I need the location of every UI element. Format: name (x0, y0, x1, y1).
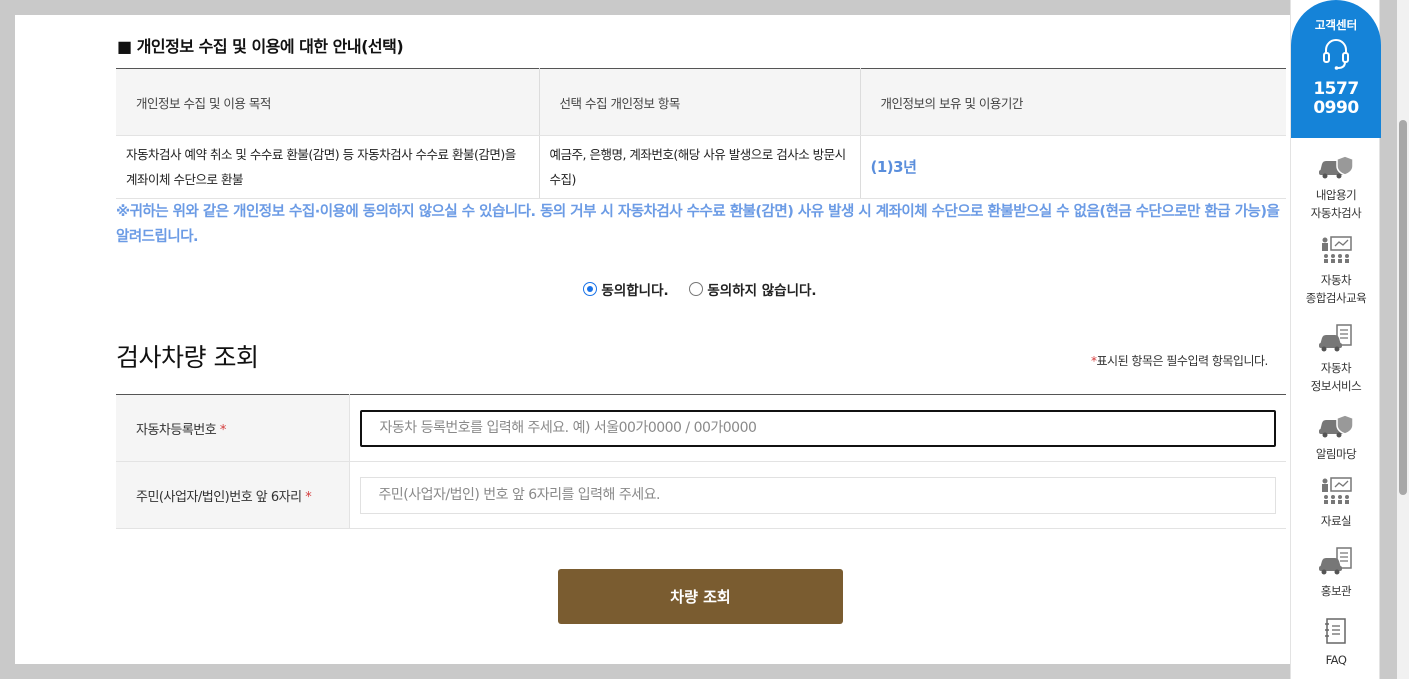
main-content: ■ 개인정보 수집 및 이용에 대한 안내(선택) 개인정보 수집 및 이용 목… (15, 15, 1290, 664)
agree-label: 동의합니다. (601, 283, 669, 299)
cell-items: 예금주, 은행명, 계좌번호(해당 사유 발생으로 검사소 방문시 수집) (539, 135, 861, 199)
car-shield-icon (1319, 414, 1354, 438)
quick-item-line2: 자동차검사 (1310, 206, 1362, 220)
header-items: 선택 수집 개인정보 항목 (539, 68, 861, 136)
privacy-table: 개인정보 수집 및 이용 목적 선택 수집 개인정보 항목 개인정보의 보유 및… (116, 68, 1286, 199)
car-shield-icon (1319, 155, 1354, 179)
presentation-icon (1322, 477, 1352, 504)
quick-item-line2: 정보서비스 (1310, 379, 1362, 393)
car-checklist-icon (1319, 547, 1352, 575)
privacy-table-header-row: 개인정보 수집 및 이용 목적 선택 수집 개인정보 항목 개인정보의 보유 및… (116, 68, 1286, 136)
required-star: * (219, 422, 227, 438)
consent-notice: ※귀하는 위와 같은 개인정보 수집·이용에 동의하지 않으실 수 있습니다. … (116, 204, 1280, 245)
privacy-section-title: ■ 개인정보 수집 및 이용에 대한 안내(선택) (117, 37, 404, 56)
required-note: *표시된 항목은 필수입력 항목입니다. (1091, 352, 1268, 369)
vehicle-lookup-button[interactable]: 차량 조회 (558, 569, 843, 624)
presentation-icon (1322, 236, 1352, 263)
plate-number-input[interactable] (359, 409, 1276, 447)
quick-item-line2: 종합검사교육 (1305, 291, 1367, 305)
lookup-title: 검사차량 조회 (116, 343, 259, 372)
form-row-id: 주민(사업자/법인)번호 앞 6자리 * (116, 461, 1286, 529)
scrollbar[interactable] (1397, 0, 1409, 679)
lookup-form: 자동차등록번호 * 주민(사업자/법인)번호 앞 6자리 * (116, 394, 1286, 529)
headset-icon (1323, 39, 1349, 70)
quick-item-faq[interactable]: FAQ (1291, 617, 1381, 669)
quick-item-archive[interactable]: 자료실 (1291, 476, 1381, 530)
id-number-input[interactable] (359, 476, 1276, 514)
required-note-text: 표시된 항목은 필수입력 항목입니다. (1096, 354, 1269, 368)
quick-item-line1: 알림마당 (1315, 447, 1357, 461)
cs-number-line1: 1577 (1313, 79, 1359, 99)
privacy-table-row: 자동차검사 예약 취소 및 수수료 환불(감면) 등 자동차검사 수수료 환불(… (116, 135, 1286, 199)
agree-radio[interactable]: 동의합니다. (583, 279, 669, 299)
cs-phone-number: 1577 0990 (1291, 80, 1381, 118)
plate-label: 자동차등록번호 * (116, 394, 350, 462)
radio-unchecked-icon[interactable] (689, 282, 704, 296)
header-period: 개인정보의 보유 및 이용기간 (860, 68, 1286, 136)
quick-item-line1: 내압용기 (1315, 188, 1357, 202)
car-checklist-icon (1319, 324, 1352, 352)
quick-menu: 고객센터 1577 0990 내압용기 자동차검사 자동차 종합검사교육 자동차… (1290, 0, 1381, 679)
plate-label-text: 자동차등록번호 (136, 422, 217, 438)
quick-item-education[interactable]: 자동차 종합검사교육 (1291, 235, 1381, 307)
quick-item-line1: 홍보관 (1320, 584, 1352, 598)
quick-item-line1: 자료실 (1320, 514, 1352, 528)
quick-item-info-service[interactable]: 자동차 정보서비스 (1291, 323, 1381, 395)
id-cell (349, 461, 1286, 529)
quick-item-notice[interactable]: 알림마당 (1291, 411, 1381, 463)
customer-center[interactable]: 고객센터 1577 0990 (1291, 0, 1381, 138)
notebook-icon (1325, 618, 1346, 644)
disagree-label: 동의하지 않습니다. (707, 283, 817, 299)
cs-number-line2: 0990 (1313, 98, 1359, 118)
quick-item-pr[interactable]: 홍보관 (1291, 546, 1381, 600)
required-star: * (305, 489, 312, 505)
plate-cell (349, 394, 1286, 462)
quick-item-line1: 자동차 (1320, 361, 1352, 375)
quick-item-line1: FAQ (1325, 653, 1347, 667)
form-row-plate: 자동차등록번호 * (116, 394, 1286, 462)
disagree-radio[interactable]: 동의하지 않습니다. (689, 279, 817, 299)
quick-item-pressure-vessel[interactable]: 내압용기 자동차검사 (1291, 152, 1381, 222)
id-label: 주민(사업자/법인)번호 앞 6자리 * (116, 461, 350, 529)
cell-period: (1)3년 (860, 135, 1286, 199)
consent-radio-group: 동의합니다. 동의하지 않습니다. (15, 279, 1385, 300)
cs-label: 고객센터 (1314, 18, 1358, 32)
quick-item-line1: 자동차 (1320, 273, 1352, 287)
id-label-text: 주민(사업자/법인)번호 앞 6자리 (136, 489, 302, 505)
header-purpose: 개인정보 수집 및 이용 목적 (116, 68, 540, 136)
radio-checked-icon[interactable] (583, 282, 598, 296)
scrollbar-thumb[interactable] (1399, 120, 1407, 495)
cell-purpose: 자동차검사 예약 취소 및 수수료 환불(감면) 등 자동차검사 수수료 환불(… (116, 135, 540, 199)
